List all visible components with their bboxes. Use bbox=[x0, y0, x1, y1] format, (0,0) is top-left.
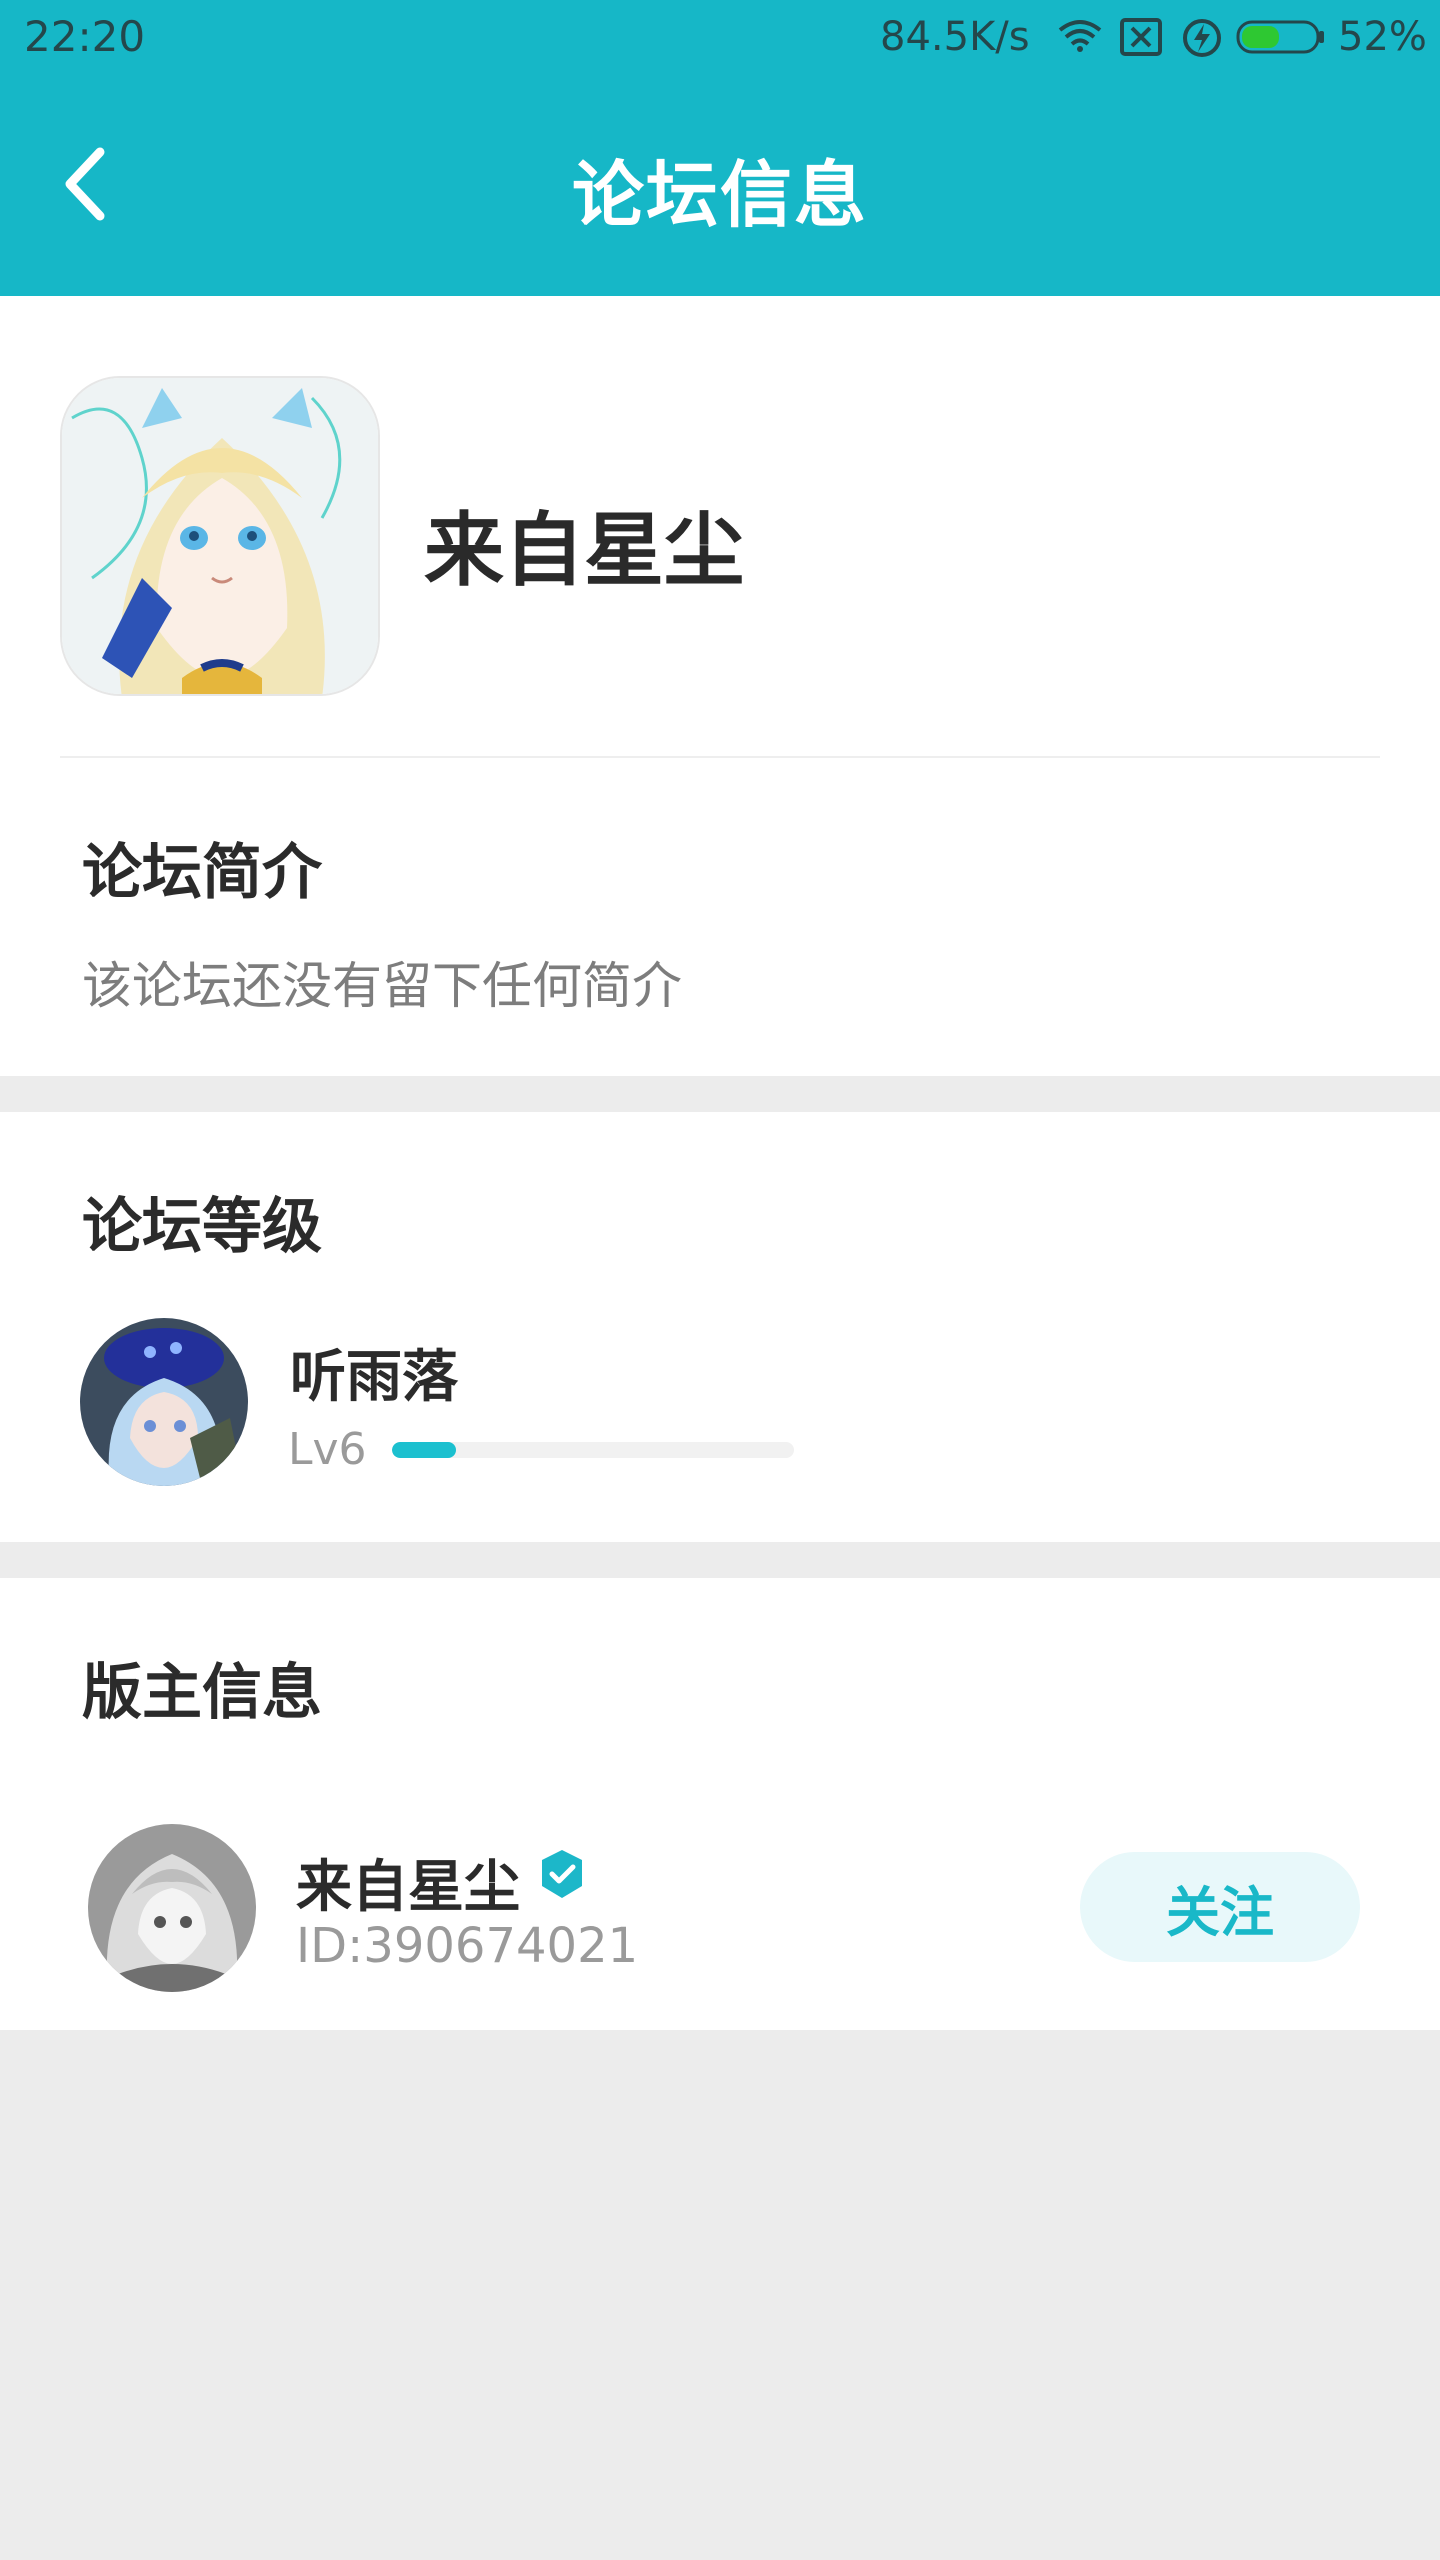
moderator-title: 版主信息 bbox=[82, 1658, 322, 1728]
sim-x-icon bbox=[1120, 18, 1162, 56]
intro-title: 论坛简介 bbox=[82, 838, 322, 908]
anime-girl-logo-image bbox=[62, 378, 378, 694]
moderator-name: 来自星尘 bbox=[296, 1855, 520, 1920]
network-speed: 84.5K/s bbox=[880, 14, 1030, 60]
divider bbox=[60, 756, 1380, 758]
level-title: 论坛等级 bbox=[82, 1192, 322, 1262]
avatar[interactable] bbox=[80, 1318, 248, 1486]
page-title: 论坛信息 bbox=[571, 153, 868, 237]
user-avatar-image bbox=[80, 1318, 248, 1486]
wifi-icon bbox=[1058, 20, 1102, 52]
level-label: Lv6 bbox=[288, 1424, 367, 1475]
moderator-id: ID:390674021 bbox=[296, 1918, 639, 1974]
moderator-avatar[interactable] bbox=[88, 1824, 256, 1992]
charging-icon bbox=[1183, 19, 1221, 57]
forum-level-section: 论坛等级 听雨落 Lv6 bbox=[0, 1112, 1440, 1542]
level-user-name: 听雨落 bbox=[290, 1345, 458, 1410]
forum-info-section: 来自星尘 论坛简介 该论坛还没有留下任何简介 bbox=[0, 296, 1440, 1076]
verified-shield-icon bbox=[542, 1850, 582, 1898]
battery-icon bbox=[1236, 20, 1324, 54]
battery-percent: 52% bbox=[1338, 14, 1427, 60]
forum-name: 来自星尘 bbox=[424, 504, 744, 597]
intro-text: 该论坛还没有留下任何简介 bbox=[82, 957, 682, 1015]
status-bar: 22:20 84.5K/s 52% bbox=[0, 0, 1440, 74]
follow-button[interactable]: 关注 bbox=[1080, 1852, 1360, 1962]
app-bar: 论坛信息 bbox=[0, 74, 1440, 296]
moderator-section: 版主信息 来自星尘 ID:390674021 关注 bbox=[0, 1578, 1440, 2030]
level-progress-bar bbox=[392, 1442, 794, 1458]
moderator-avatar-image bbox=[88, 1824, 256, 1992]
level-progress-fill bbox=[392, 1442, 457, 1458]
status-time: 22:20 bbox=[24, 12, 146, 61]
forum-logo bbox=[60, 376, 380, 696]
